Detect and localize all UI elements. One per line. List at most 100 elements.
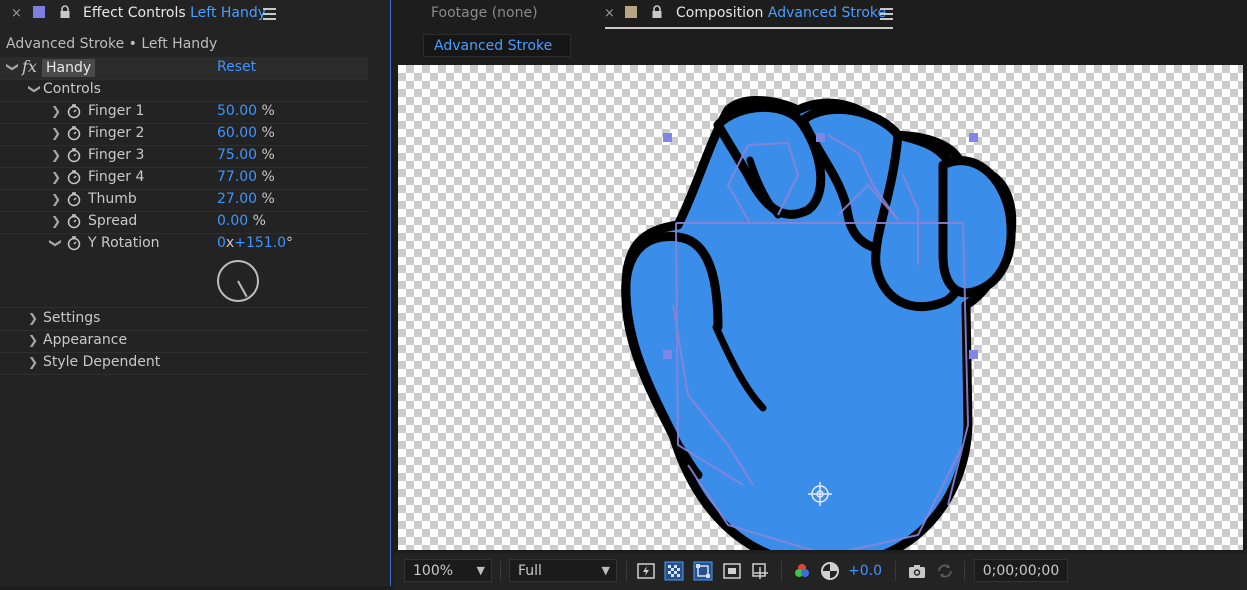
value-number[interactable]: 0.00 [217,213,248,229]
group-label: Style Dependent [43,354,161,370]
exposure-reset-icon[interactable] [820,561,840,581]
divider [781,561,782,581]
property-value[interactable]: 50.00 % [217,103,275,119]
property-value[interactable]: 27.00 % [217,191,275,207]
rotation-value[interactable]: 0x+151.0° [217,235,293,251]
handle-top-left[interactable] [663,133,672,142]
tab-footage[interactable]: Footage (none) [431,5,538,21]
menu-icon[interactable] [263,8,276,20]
rotation-dial[interactable] [216,259,260,303]
chevron-right-icon[interactable]: ❯ [51,126,61,140]
chevron-right-icon[interactable]: ❯ [28,311,38,325]
property-value[interactable]: 0.00 % [217,213,266,229]
handle-top-mid[interactable] [816,133,825,142]
value-number[interactable]: 50.00 [217,103,257,119]
chevron-down-icon: ▼ [601,564,610,577]
property-row[interactable]: ❯ Finger 1 50.00 % [0,101,368,124]
value-unit: % [261,103,275,119]
tab-prefix: Effect Controls [83,5,186,21]
close-icon[interactable]: × [11,6,22,21]
group-style-dependent[interactable]: ❯ Style Dependent [0,352,368,375]
rotation-revolutions[interactable]: 0 [217,235,226,251]
group-controls[interactable]: ❯ Controls [0,79,368,102]
comp-subtab[interactable]: Advanced Stroke [423,34,571,57]
reset-button[interactable]: Reset [217,59,256,75]
tab-layer-name[interactable]: Left Handy [190,5,266,21]
menu-icon[interactable] [880,8,893,20]
rotation-degrees[interactable]: +151.0 [234,235,286,251]
value-number[interactable]: 75.00 [217,147,257,163]
handle-mid-right[interactable] [969,350,978,359]
region-of-interest-icon[interactable] [722,561,742,581]
chevron-right-icon[interactable]: ❯ [28,355,38,369]
value-number[interactable]: 27.00 [217,191,257,207]
composition-viewer[interactable] [398,65,1243,550]
chevron-down-icon[interactable]: ❯ [28,84,42,94]
handle-top-right[interactable] [969,133,978,142]
zoom-dropdown[interactable]: 100% ▼ [404,559,492,582]
chevron-down-icon[interactable]: ❯ [49,238,63,248]
divider [964,561,965,581]
property-row[interactable]: ❯ Finger 4 77.00 % [0,167,368,190]
mask-path-icon[interactable] [693,561,713,581]
stopwatch-icon[interactable] [66,147,82,163]
stopwatch-icon[interactable] [66,125,82,141]
stopwatch-icon[interactable] [66,191,82,207]
property-row[interactable]: ❯ Finger 2 60.00 % [0,123,368,146]
property-row[interactable]: ❯ Spread 0.00 % [0,211,368,234]
effect-controls-tab[interactable]: × Effect Controls Left Handy [0,0,390,30]
resolution-dropdown[interactable]: Full ▼ [509,559,617,582]
group-label: Appearance [43,332,128,348]
exposure-value[interactable]: +0.0 [848,563,882,579]
property-value[interactable]: 75.00 % [217,147,275,163]
stopwatch-icon[interactable] [66,103,82,119]
timecode-display[interactable]: 0;00;00;00 [974,559,1068,582]
chevron-down-icon: ▼ [476,564,485,577]
value-number[interactable]: 77.00 [217,169,257,185]
lock-icon[interactable] [58,5,72,19]
chevron-right-icon[interactable]: ❯ [51,148,61,162]
chevron-right-icon[interactable]: ❯ [51,214,61,228]
tab-composition[interactable]: Composition Advanced Stroke [676,5,886,21]
property-row-y-rotation[interactable]: ❯ Y Rotation 0x+151.0° [0,233,368,308]
active-tab-underline [605,27,893,29]
chevron-down-icon[interactable]: ❯ [6,62,20,72]
handle-mid-left[interactable] [663,350,672,359]
label-color-swatch[interactable] [625,6,637,18]
value-unit: % [261,191,275,207]
stopwatch-icon[interactable] [66,213,82,229]
transparency-grid-icon[interactable] [664,561,684,581]
show-snapshot-icon[interactable] [935,561,955,581]
group-settings[interactable]: ❯ Settings [0,308,368,331]
value-unit: % [261,169,275,185]
property-label: Finger 4 [88,169,145,185]
fx-icon[interactable]: fx [22,57,37,76]
chevron-right-icon[interactable]: ❯ [28,333,38,347]
property-label: Finger 3 [88,147,145,163]
fast-preview-icon[interactable] [636,561,656,581]
target-region-icon[interactable] [750,561,770,581]
channel-icon[interactable] [792,561,812,581]
property-value[interactable]: 60.00 % [217,125,275,141]
resolution-value: Full [518,563,542,579]
property-row[interactable]: ❯ Thumb 27.00 % [0,189,368,212]
group-appearance[interactable]: ❯ Appearance [0,330,368,353]
comp-name[interactable]: Advanced Stroke [768,5,886,21]
label-color-swatch[interactable] [33,6,45,18]
property-value[interactable]: 77.00 % [217,169,275,185]
value-number[interactable]: 60.00 [217,125,257,141]
value-unit: % [261,147,275,163]
divider [895,561,896,581]
property-label: Finger 1 [88,103,145,119]
stopwatch-icon[interactable] [66,235,82,251]
stopwatch-icon[interactable] [66,169,82,185]
chevron-right-icon[interactable]: ❯ [51,170,61,184]
property-row[interactable]: ❯ Finger 3 75.00 % [0,145,368,168]
chevron-right-icon[interactable]: ❯ [51,104,61,118]
panel-subtitle: Advanced Stroke • Left Handy [6,36,218,52]
snapshot-icon[interactable] [907,561,927,581]
lock-icon[interactable] [650,5,664,19]
effect-name[interactable]: Handy [42,59,96,77]
close-icon[interactable]: × [604,6,615,21]
chevron-right-icon[interactable]: ❯ [51,192,61,206]
